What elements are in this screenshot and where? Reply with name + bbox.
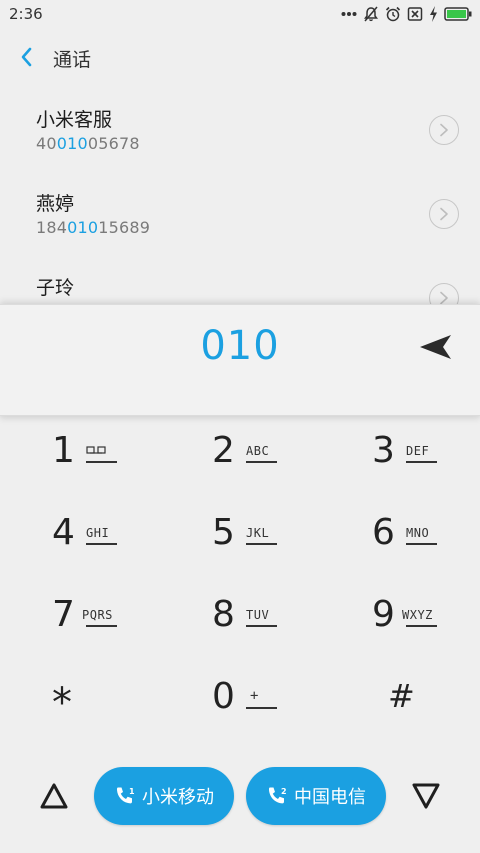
status-bar: 2:36 <box>0 0 480 28</box>
chevron-right-icon <box>440 123 448 137</box>
charging-icon <box>430 6 437 22</box>
key-4[interactable]: 4 GHI <box>0 498 160 580</box>
key-digit: 7 <box>52 594 75 635</box>
key-digit: 6 <box>372 512 395 553</box>
key-digit: 1 <box>52 430 75 471</box>
contact-item[interactable]: 子玲 <box>0 258 480 304</box>
chevron-left-icon <box>21 47 32 67</box>
key-letters: GHI <box>86 526 110 540</box>
key-9[interactable]: 9 WXYZ <box>320 580 480 662</box>
svg-text:1: 1 <box>129 787 135 796</box>
key-hash[interactable]: # <box>320 662 480 744</box>
dialed-number-display[interactable]: 010 <box>0 323 480 369</box>
contact-detail-button[interactable] <box>429 283 459 304</box>
contact-name: 子玲 <box>36 277 75 299</box>
contact-detail-button[interactable] <box>429 199 459 229</box>
key-8[interactable]: 8 TUV <box>160 580 320 662</box>
key-letters: DEF <box>406 444 430 458</box>
chevron-right-icon <box>440 291 448 304</box>
key-5[interactable]: 5 JKL <box>160 498 320 580</box>
contact-item[interactable]: 燕婷 18401015689 <box>0 174 480 258</box>
number-prefix: 40 <box>36 134 57 153</box>
voicemail-icon <box>86 446 106 454</box>
phone-sim1-icon: 1 <box>116 787 135 804</box>
key-letters: ABC <box>246 444 270 458</box>
back-button[interactable] <box>14 44 42 72</box>
key-underline <box>406 461 437 463</box>
key-digit: 2 <box>212 430 235 471</box>
collapse-keypad-button[interactable] <box>408 778 444 814</box>
contact-name: 燕婷 <box>36 193 75 215</box>
key-underline <box>86 461 117 463</box>
key-digit: 0 <box>212 676 235 717</box>
backspace-button[interactable] <box>418 332 454 362</box>
number-match: 010 <box>56 134 88 153</box>
key-2[interactable]: 2 ABC <box>160 416 320 498</box>
key-underline <box>86 625 117 627</box>
key-letters: + <box>250 688 259 704</box>
number-match: 010 <box>67 218 99 237</box>
contact-item[interactable]: 小米客服 4001005678 <box>0 90 480 174</box>
call-sim2-button[interactable]: 2 中国电信 <box>246 767 386 825</box>
phone-sim2-icon: 2 <box>268 787 287 804</box>
key-letters: JKL <box>246 526 270 540</box>
key-digit: 9 <box>372 594 395 635</box>
key-underline <box>86 543 117 545</box>
key-3[interactable]: 3 DEF <box>320 416 480 498</box>
key-underline <box>246 543 277 545</box>
dial-action-bar: 1 小米移动 2 中国电信 <box>0 764 480 828</box>
key-underline <box>246 625 277 627</box>
contact-detail-button[interactable] <box>429 115 459 145</box>
call-sim2-label: 中国电信 <box>294 787 366 808</box>
battery-icon <box>444 7 472 21</box>
call-sim1-button[interactable]: 1 小米移动 <box>94 767 234 825</box>
contact-name: 小米客服 <box>36 109 113 131</box>
call-sim1-label: 小米移动 <box>142 787 214 808</box>
key-digit: * <box>52 680 72 726</box>
mute-bell-icon <box>364 6 378 22</box>
triangle-down-icon <box>412 783 440 809</box>
alarm-icon <box>385 6 401 22</box>
contact-number: 4001005678 <box>36 134 140 153</box>
key-7[interactable]: 7 PQRS <box>0 580 160 662</box>
svg-text:2: 2 <box>281 787 287 796</box>
key-digit: 3 <box>372 430 395 471</box>
number-suffix: 15689 <box>98 218 151 237</box>
page-title: 通话 <box>53 49 92 71</box>
more-dots-icon <box>341 12 357 16</box>
key-underline <box>406 543 437 545</box>
dial-keypad: 1 2 ABC 3 DEF 4 GHI 5 JKL 6 MNO 7 PQRS 8… <box>0 416 480 746</box>
key-underline <box>406 625 437 627</box>
key-letters: TUV <box>246 608 270 622</box>
dial-input-panel: 010 <box>0 304 480 416</box>
expand-keypad-button[interactable] <box>36 778 72 814</box>
header: 通话 <box>0 38 480 78</box>
status-time: 2:36 <box>9 5 43 23</box>
status-icons <box>341 5 472 23</box>
contact-number: 18401015689 <box>36 218 150 237</box>
backspace-icon <box>420 335 451 359</box>
key-letters: WXYZ <box>402 608 433 622</box>
key-underline <box>246 707 277 709</box>
key-digit: # <box>388 677 415 715</box>
key-0[interactable]: 0 + <box>160 662 320 744</box>
number-suffix: 05678 <box>87 134 140 153</box>
key-digit: 5 <box>212 512 235 553</box>
key-underline <box>246 461 277 463</box>
contact-results-list: 小米客服 4001005678 燕婷 18401015689 子玲 <box>0 90 480 304</box>
key-1[interactable]: 1 <box>0 416 160 498</box>
key-digit: 8 <box>212 594 235 635</box>
key-letters: PQRS <box>82 608 113 622</box>
key-letters: MNO <box>406 526 430 540</box>
number-prefix: 184 <box>36 218 68 237</box>
triangle-up-icon <box>40 783 68 809</box>
chevron-right-icon <box>440 207 448 221</box>
key-6[interactable]: 6 MNO <box>320 498 480 580</box>
key-star[interactable]: * <box>0 662 160 744</box>
key-digit: 4 <box>52 512 75 553</box>
no-sim-icon <box>407 7 423 21</box>
